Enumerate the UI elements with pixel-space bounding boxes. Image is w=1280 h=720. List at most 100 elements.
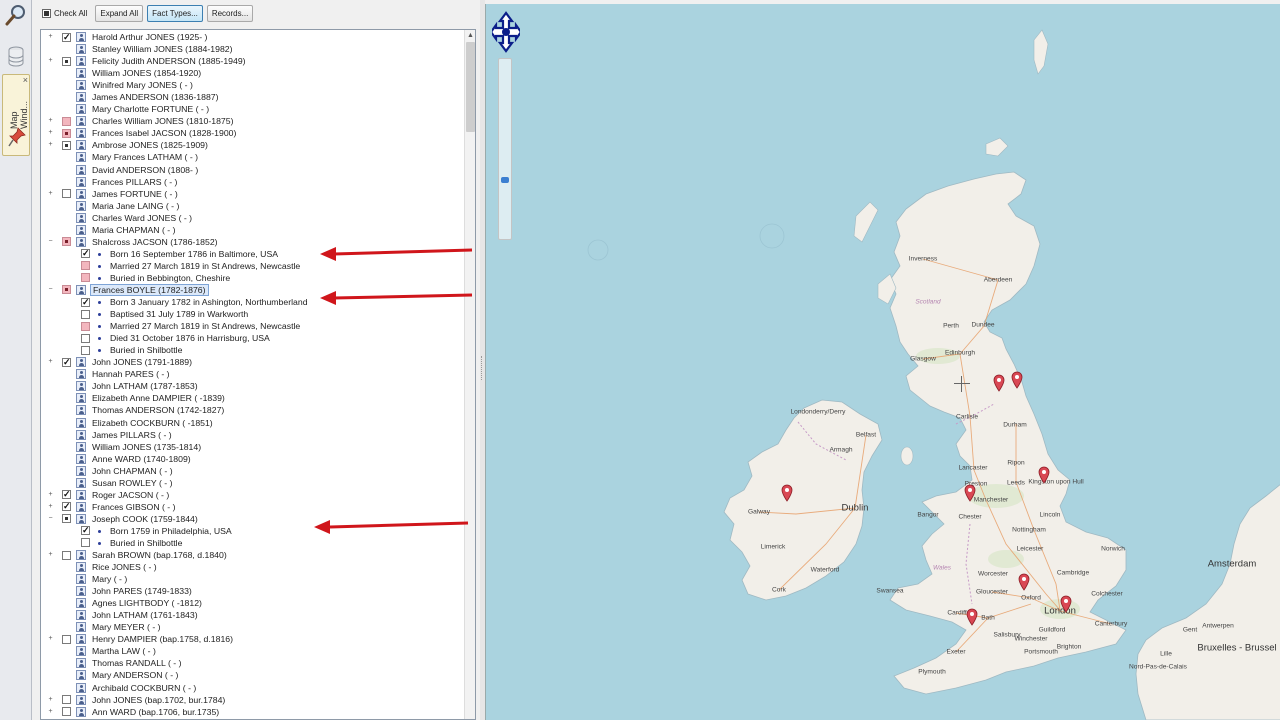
person-name[interactable]: Frances BOYLE (1782-1876)	[90, 283, 209, 296]
tree-person-row[interactable]: + Ambrose JONES (1825-1909)	[41, 139, 465, 151]
tree-person-row[interactable]: + Frances GIBSON ( - )	[41, 500, 465, 513]
fact-checkbox[interactable]	[81, 345, 90, 355]
map-marker-icon[interactable]	[1011, 371, 1023, 389]
person-name[interactable]: Thomas ANDERSON (1742-1827)	[92, 404, 224, 416]
tree-person-row[interactable]: + Ann WARD (bap.1706, bur.1735)	[41, 706, 465, 718]
tree-person-row[interactable]: + John JONES (bap.1702, bur.1784)	[41, 694, 465, 706]
person-name[interactable]: Frances PILLARS ( - )	[92, 176, 177, 188]
tree-person-row[interactable]: William JONES (1854-1920)	[41, 67, 465, 79]
person-name[interactable]: Elizabeth Anne DAMPIER ( -1839)	[92, 392, 225, 404]
person-name[interactable]: Stanley William JONES (1884-1982)	[92, 43, 233, 55]
tree-person-row[interactable]: David ANDERSON (1808- )	[41, 164, 465, 176]
expand-icon[interactable]: +	[47, 491, 54, 499]
person-name[interactable]: Mary Frances LATHAM ( - )	[92, 151, 198, 163]
row-checkbox[interactable]	[62, 189, 71, 199]
tree-person-row[interactable]: Mary Charlotte FORTUNE ( - )	[41, 103, 465, 115]
tree-person-row[interactable]: James ANDERSON (1836-1887)	[41, 91, 465, 103]
fact-text[interactable]: Married 27 March 1819 in St Andrews, New…	[110, 320, 300, 332]
tree-person-row[interactable]: − Frances BOYLE (1782-1876)	[41, 283, 465, 296]
fact-checkbox[interactable]	[81, 524, 90, 536]
tree-person-row[interactable]: + James FORTUNE ( - )	[41, 188, 465, 200]
records-button[interactable]: Records...	[206, 4, 254, 22]
tree-fact-row[interactable]: Died 31 October 1876 in Harrisburg, USA	[41, 332, 465, 344]
map-marker-icon[interactable]	[993, 374, 1005, 392]
tree-person-row[interactable]: Archibald COCKBURN ( - )	[41, 682, 465, 694]
row-checkbox[interactable]	[62, 514, 71, 524]
family-tree-list[interactable]: + Harold Arthur JONES (1925- )Stanley Wil…	[40, 29, 476, 720]
person-name[interactable]: Mary ANDERSON ( - )	[92, 669, 178, 681]
person-name[interactable]: Susan ROWLEY ( - )	[92, 477, 172, 489]
close-icon[interactable]: ×	[23, 75, 28, 85]
fact-checkbox[interactable]	[81, 333, 90, 343]
person-name[interactable]: Charles William JONES (1810-1875)	[92, 115, 233, 127]
tree-fact-row[interactable]: Married 27 March 1819 in St Andrews, New…	[41, 260, 465, 272]
person-name[interactable]: Maria CHAPMAN ( - )	[92, 224, 176, 236]
tree-fact-row[interactable]: Born 16 September 1786 in Baltimore, USA	[41, 247, 465, 260]
tree-person-row[interactable]: + Roger JACSON ( - )	[41, 488, 465, 501]
person-name[interactable]: William JONES (1735-1814)	[92, 441, 201, 453]
collapse-icon[interactable]: −	[47, 238, 54, 246]
fact-text[interactable]: Born 3 January 1782 in Ashington, Northu…	[110, 296, 308, 308]
collapse-icon[interactable]: −	[47, 515, 54, 523]
check-all-checkbox[interactable]	[42, 8, 51, 18]
tree-person-row[interactable]: + Harold Arthur JONES (1925- )	[41, 31, 465, 43]
person-name[interactable]: Ambrose JONES (1825-1909)	[92, 139, 208, 151]
fact-text[interactable]: Born 1759 in Philadelphia, USA	[110, 525, 232, 537]
person-name[interactable]: Joseph COOK (1759-1844)	[92, 513, 198, 525]
tree-person-row[interactable]: Thomas RANDALL ( - )	[41, 657, 465, 669]
person-name[interactable]: Frances Isabel JACSON (1828-1900)	[92, 127, 236, 139]
expand-icon[interactable]: +	[47, 708, 54, 716]
tree-person-row[interactable]: Frances PILLARS ( - )	[41, 176, 465, 188]
tree-person-row[interactable]: Maria Jane LAING ( - )	[41, 200, 465, 212]
expand-icon[interactable]: +	[47, 358, 54, 366]
map-marker-icon[interactable]	[1038, 466, 1050, 484]
row-checkbox[interactable]	[62, 128, 71, 138]
row-checkbox[interactable]	[62, 237, 71, 247]
person-name[interactable]: Archibald COCKBURN ( - )	[92, 682, 196, 694]
fact-text[interactable]: Died 31 October 1876 in Harrisburg, USA	[110, 332, 270, 344]
person-name[interactable]: Frances GIBSON ( - )	[92, 501, 176, 513]
person-name[interactable]: Thomas RANDALL ( - )	[92, 657, 181, 669]
tree-person-row[interactable]: Martha LAW ( - )	[41, 645, 465, 657]
tree-person-row[interactable]: Anne WARD (1740-1809)	[41, 453, 465, 465]
person-name[interactable]: James ANDERSON (1836-1887)	[92, 91, 219, 103]
row-checkbox[interactable]	[62, 140, 71, 150]
person-name[interactable]: John JONES (bap.1702, bur.1784)	[92, 694, 225, 706]
row-checkbox[interactable]	[62, 116, 71, 126]
row-checkbox[interactable]	[62, 285, 71, 295]
fact-checkbox[interactable]	[81, 273, 90, 283]
tree-fact-row[interactable]: Buried in Shilbottle	[41, 344, 465, 356]
fact-text[interactable]: Baptised 31 July 1789 in Warkworth	[110, 308, 248, 320]
expand-all-button[interactable]: Expand All	[95, 4, 144, 22]
person-name[interactable]: James FORTUNE ( - )	[92, 188, 178, 200]
fact-checkbox[interactable]	[81, 321, 90, 331]
tree-person-row[interactable]: Elizabeth Anne DAMPIER ( -1839)	[41, 392, 465, 404]
person-name[interactable]: David ANDERSON (1808- )	[92, 164, 198, 176]
zoom-slider[interactable]	[498, 58, 512, 240]
tree-person-row[interactable]: John CHAPMAN ( - )	[41, 465, 465, 477]
expand-icon[interactable]: +	[47, 190, 54, 198]
scrollbar-thumb[interactable]	[466, 42, 475, 132]
row-checkbox[interactable]	[62, 550, 71, 560]
tree-person-row[interactable]: + Frances Isabel JACSON (1828-1900)	[41, 127, 465, 139]
tree-person-row[interactable]: Elizabeth COCKBURN ( -1851)	[41, 417, 465, 429]
tree-person-row[interactable]: Stanley William JONES (1884-1982)	[41, 43, 465, 55]
tree-person-row[interactable]: + Charles William JONES (1810-1875)	[41, 115, 465, 127]
person-name[interactable]: John PARES (1749-1833)	[92, 585, 192, 597]
tree-person-row[interactable]: James PILLARS ( - )	[41, 429, 465, 441]
person-name[interactable]: Elizabeth COCKBURN ( -1851)	[92, 417, 213, 429]
person-name[interactable]: Winifred Mary JONES ( - )	[92, 79, 193, 91]
person-name[interactable]: Mary MEYER ( - )	[92, 621, 161, 633]
person-name[interactable]: Felicity Judith ANDERSON (1885-1949)	[92, 55, 246, 67]
tree-person-row[interactable]: Winifred Mary JONES ( - )	[41, 79, 465, 91]
person-name[interactable]: Martha LAW ( - )	[92, 645, 156, 657]
check-all-toggle[interactable]: Check All	[38, 7, 91, 20]
row-checkbox[interactable]	[62, 500, 71, 512]
fact-text[interactable]: Married 27 March 1819 in St Andrews, New…	[110, 260, 300, 272]
pan-control[interactable]	[489, 11, 523, 53]
tree-fact-row[interactable]: Buried in Shilbottle	[41, 537, 465, 549]
person-name[interactable]: Roger JACSON ( - )	[92, 489, 169, 501]
person-name[interactable]: Mary ( - )	[92, 573, 127, 585]
tree-person-row[interactable]: + Sarah BROWN (bap.1768, d.1840)	[41, 549, 465, 561]
map-marker-icon[interactable]	[781, 484, 793, 502]
